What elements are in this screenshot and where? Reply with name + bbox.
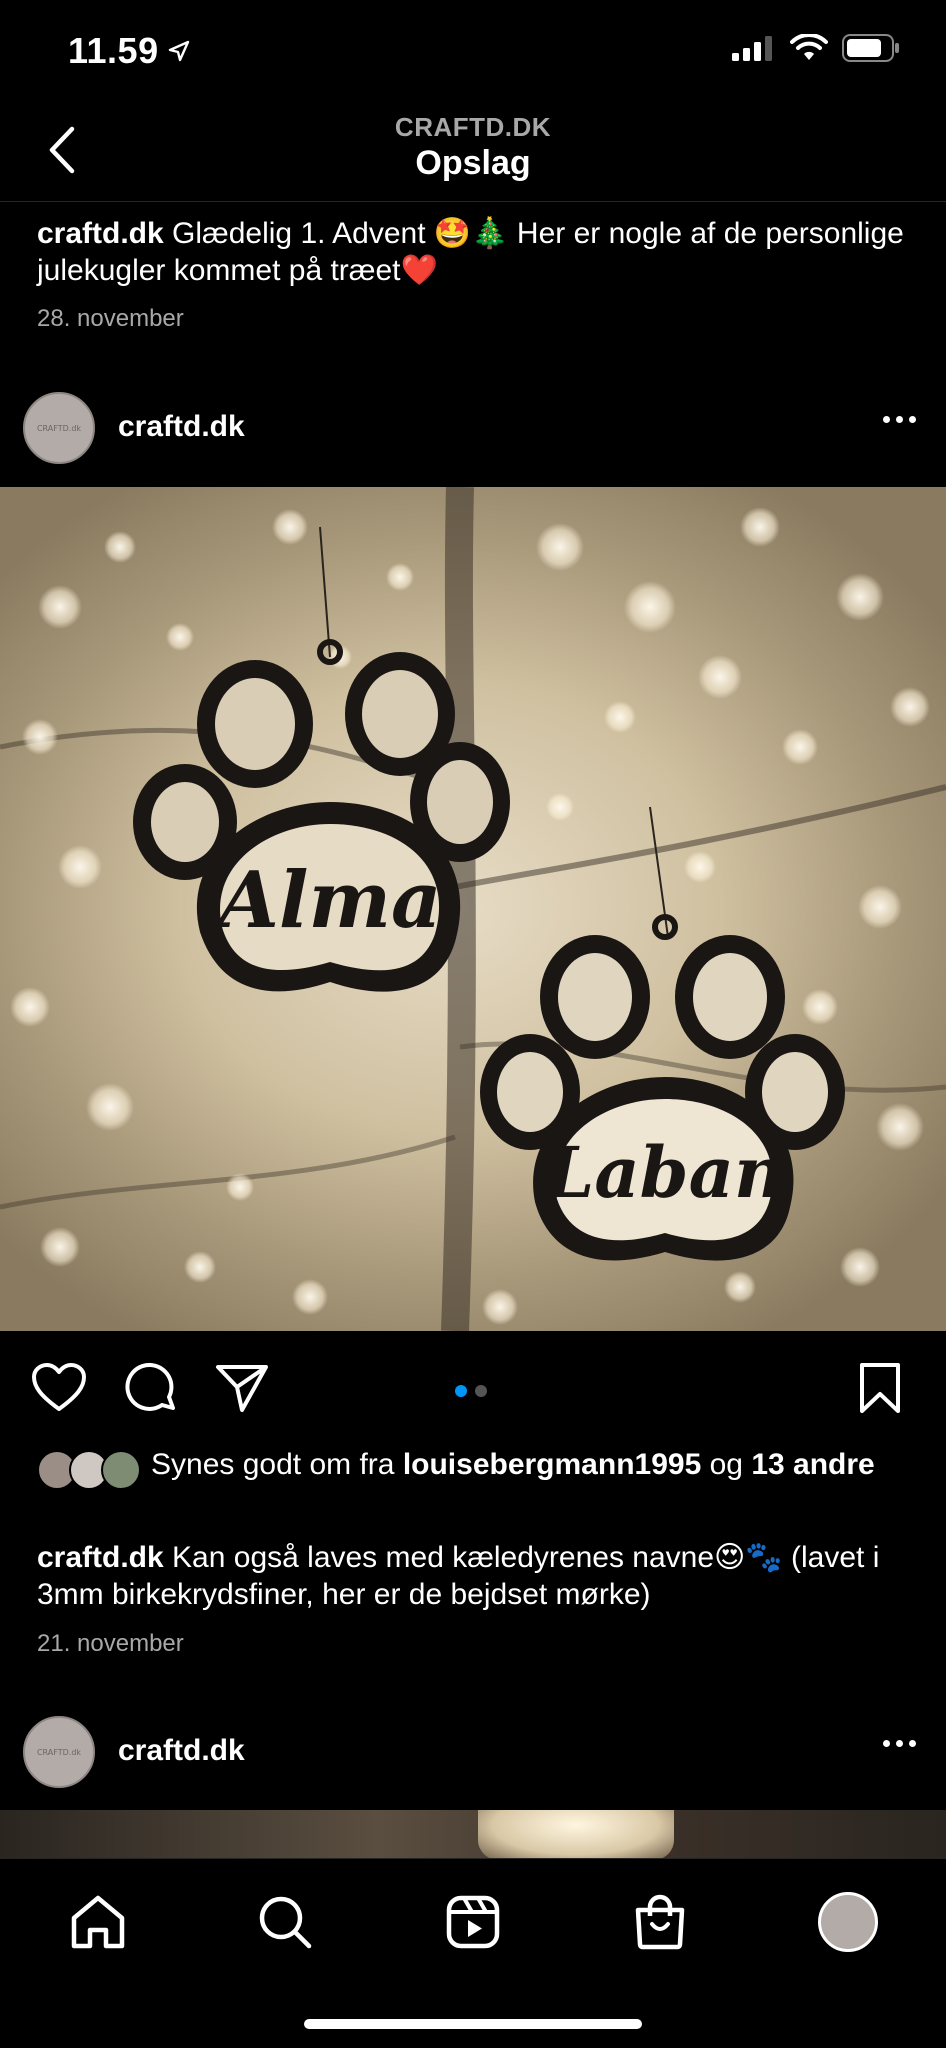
home-icon (71, 1895, 125, 1949)
post-caption: craftd.dk Kan også laves med kæledyrenes… (37, 1539, 906, 1613)
bookmark-icon (860, 1363, 900, 1413)
next-more-options-button[interactable] (883, 1740, 916, 1747)
nav-header: CRAFTD.DK Opslag (0, 100, 946, 202)
tab-shop[interactable] (625, 1887, 695, 1957)
tab-home[interactable] (63, 1887, 133, 1957)
status-time-text: 11.59 (68, 30, 159, 71)
likes-others[interactable]: 13 andre (751, 1448, 874, 1481)
prev-caption-text: Glædelig 1. Advent 🤩🎄 Her er nogle af de… (37, 217, 904, 287)
next-post-avatar[interactable]: CRAFTD.dk (23, 1716, 95, 1788)
more-options-button[interactable] (883, 416, 916, 423)
avatar-logo-text: CRAFTD.dk (36, 423, 82, 433)
ornament-name-laban: Laban (543, 1131, 785, 1214)
caption-text: Kan også laves med kæledyrenes navne😍🐾 (… (37, 1541, 880, 1611)
share-button[interactable] (212, 1358, 272, 1418)
location-arrow-icon (168, 40, 189, 62)
likes-text: Synes godt om fra louisebergmann1995 og … (151, 1446, 891, 1483)
avatar[interactable]: CRAFTD.dk (23, 392, 95, 464)
next-avatar-logo-text: CRAFTD.dk (36, 1747, 82, 1757)
likes-user[interactable]: louisebergmann1995 (403, 1448, 701, 1481)
liker-avatar (101, 1450, 141, 1490)
post-header: CRAFTD.dk craftd.dk (0, 386, 946, 476)
post-date: 21. november (37, 1630, 184, 1657)
more-dot (896, 1740, 903, 1747)
bottom-tab-bar (0, 1858, 946, 2048)
shopping-bag-icon (635, 1894, 685, 1950)
like-button[interactable] (29, 1358, 89, 1418)
carousel-dot (475, 1385, 487, 1397)
status-indicators (732, 34, 900, 62)
caption-username[interactable]: craftd.dk (37, 1541, 164, 1574)
comment-icon (125, 1362, 175, 1411)
more-dot (909, 416, 916, 423)
likes-prefix: Synes godt om fra (151, 1448, 395, 1481)
likes-joiner: og (709, 1448, 743, 1481)
save-button[interactable] (850, 1358, 910, 1418)
search-icon (259, 1896, 312, 1949)
heart-icon (32, 1363, 86, 1411)
more-dot (896, 416, 903, 423)
home-indicator[interactable] (304, 2019, 642, 2029)
next-post-header: CRAFTD.dk craftd.dk (0, 1710, 946, 1800)
tab-reels[interactable] (438, 1887, 508, 1957)
nav-account-name: CRAFTD.DK (394, 112, 552, 142)
more-horizontal-icon (883, 1740, 890, 1747)
prev-caption-username[interactable]: craftd.dk (37, 217, 164, 250)
post-image-art: Alma Laban (0, 487, 946, 1331)
battery-icon (842, 34, 899, 62)
liker-avatars (37, 1450, 141, 1490)
post-username[interactable]: craftd.dk (118, 410, 245, 444)
more-horizontal-icon (883, 416, 890, 423)
next-post-username[interactable]: craftd.dk (118, 1734, 245, 1768)
signal-icon (732, 36, 772, 61)
status-bar: 11.59 (0, 0, 946, 100)
comment-button[interactable] (121, 1358, 181, 1418)
more-dot (909, 1740, 916, 1747)
reels-icon (446, 1895, 500, 1949)
post-image[interactable]: Alma Laban (0, 487, 946, 1331)
profile-avatar (818, 1892, 878, 1952)
status-time: 11.59 (68, 30, 191, 72)
prev-post-date: 28. november (37, 305, 184, 332)
carousel-dot-active (455, 1385, 467, 1397)
ornament-name-alma: Alma (211, 855, 441, 946)
tab-search[interactable] (250, 1887, 320, 1957)
candle-image-fragment (478, 1810, 674, 1860)
nav-title: Opslag (415, 144, 531, 182)
wifi-icon (790, 34, 828, 60)
tab-profile[interactable] (813, 1887, 883, 1957)
send-icon (216, 1365, 268, 1412)
post-actions (0, 1348, 946, 1428)
next-post-image[interactable] (0, 1810, 946, 1860)
ornament-laban: Laban (480, 914, 845, 1261)
prev-post-caption: craftd.dk Glædelig 1. Advent 🤩🎄 Her er n… (37, 215, 906, 289)
carousel-indicator (455, 1385, 487, 1397)
